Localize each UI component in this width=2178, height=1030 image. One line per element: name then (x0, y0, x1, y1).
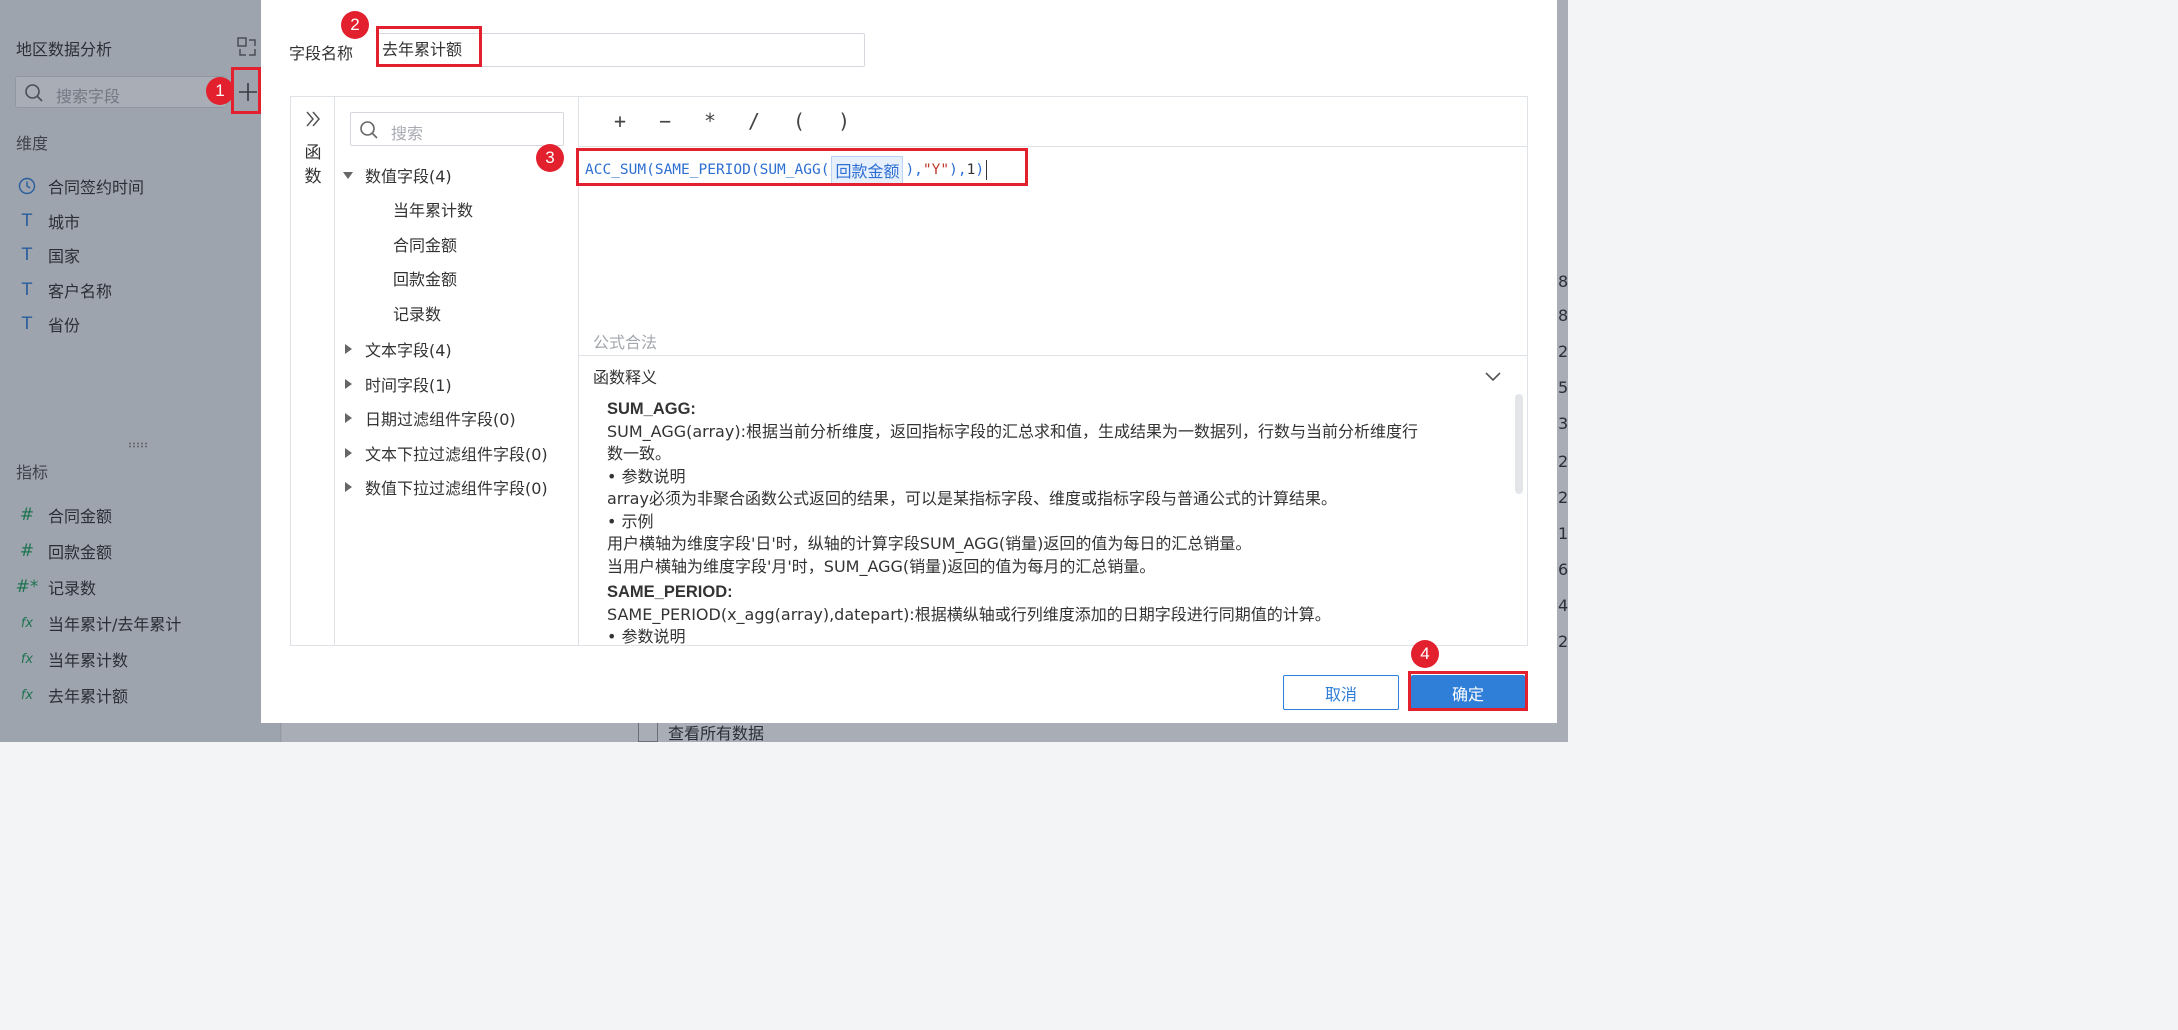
field-group-text[interactable]: 文本字段(4) (341, 337, 452, 361)
field-list-panel: 搜索 数值字段(4) 当年累计数 合同金额 回款金额 记录数 文本字段(4) 时… (335, 97, 579, 645)
caret-right-icon (341, 446, 355, 460)
explanation-line: • 示例 (607, 511, 654, 531)
field-group-label: 日期过滤组件字段(0) (365, 410, 516, 429)
operator-multiply-button[interactable]: * (698, 109, 722, 133)
operator-left-paren-button[interactable]: ( (787, 109, 811, 133)
formula-area: + − * / ( ) ACC_SUM(SAME_PERIOD(SUM_AGG(… (579, 97, 1527, 645)
step-badge-3: 3 (536, 144, 564, 172)
function-tab-label: 函数 (304, 143, 322, 187)
field-group-text-dropdown-filter[interactable]: 文本下拉过滤组件字段(0) (341, 441, 548, 465)
explanation-line: 用户横轴为维度字段'日'时，纵轴的计算字段SUM_AGG(销量)返回的值为每日的… (607, 534, 1252, 553)
field-group-time[interactable]: 时间字段(1) (341, 372, 452, 396)
step-badge-4: 4 (1411, 640, 1439, 668)
formula-function-text: ACC_SUM(SAME_PERIOD(SUM_AGG( (585, 162, 830, 178)
field-group-label: 文本下拉过滤组件字段(0) (365, 445, 548, 464)
explanation-scrollbar[interactable] (1515, 394, 1523, 494)
operator-divide-button[interactable]: / (742, 109, 766, 133)
function-explanation-body: SUM_AGG: SUM_AGG(array):根据当前分析维度，返回指标字段的… (607, 398, 1497, 644)
explanation-line: SAME_PERIOD(x_agg(array),datepart):根据横纵轴… (607, 604, 1331, 624)
field-name-input[interactable]: 去年累计额 (377, 33, 865, 67)
double-chevron-right-icon[interactable] (303, 109, 323, 129)
field-item[interactable]: 合同金额 (393, 232, 457, 256)
field-group-number-dropdown-filter[interactable]: 数值下拉过滤组件字段(0) (341, 475, 548, 499)
search-icon (359, 120, 379, 140)
formula-function-text: ), (905, 162, 923, 178)
field-group-date-filter[interactable]: 日期过滤组件字段(0) (341, 406, 516, 430)
operator-minus-button[interactable]: − (653, 109, 677, 133)
field-item[interactable]: 当年累计数 (393, 197, 473, 221)
text-caret (986, 160, 988, 180)
explanation-line: SUM_AGG: (607, 400, 696, 418)
formula-number-arg: 1 (966, 162, 976, 178)
field-search-placeholder: 搜索 (391, 124, 424, 143)
formula-string-arg: "Y" (922, 162, 950, 178)
formula-validation-status: 公式合法 (593, 333, 658, 352)
field-group-label: 数值下拉过滤组件字段(0) (365, 479, 548, 498)
caret-down-icon (341, 168, 355, 182)
cancel-button[interactable]: 取消 (1283, 675, 1399, 710)
formula-field-chip[interactable]: 回款金额 (831, 156, 904, 184)
formula-editor: 函数 搜索 数值字段(4) 当年累计数 合同金额 回款金额 记录数 文本字段(4… (290, 96, 1528, 646)
field-group-label: 数值字段(4) (365, 167, 452, 186)
formula-function-text: ), (949, 162, 967, 178)
field-group-label: 文本字段(4) (365, 341, 452, 360)
step-badge-1: 1 (206, 77, 234, 105)
explanation-line: • 参数说明 (607, 466, 686, 486)
confirm-button[interactable]: 确定 (1411, 675, 1525, 710)
field-item[interactable]: 记录数 (393, 301, 441, 325)
function-explanation-panel: 函数释义 SUM_AGG: SUM_AGG(array):根据当前分析维度，返回… (579, 355, 1527, 645)
formula-input[interactable]: ACC_SUM(SAME_PERIOD(SUM_AGG( 回款金额 ), "Y"… (585, 156, 988, 184)
explanation-line: • 参数说明 (607, 627, 686, 644)
formula-function-text: ) (975, 162, 985, 178)
field-group-label: 时间字段(1) (365, 376, 452, 395)
field-item[interactable]: 回款金额 (393, 266, 457, 290)
operator-toolbar: + − * / ( ) (579, 97, 1527, 147)
caret-right-icon (341, 411, 355, 425)
explanation-line: 数一致。 (607, 444, 672, 463)
step-badge-2: 2 (341, 11, 369, 39)
caret-right-icon (341, 342, 355, 356)
operator-plus-button[interactable]: + (608, 109, 632, 133)
explanation-line: SUM_AGG(array):根据当前分析维度，返回指标字段的汇总求和值，生成结… (607, 421, 1418, 441)
calculated-field-dialog: 字段名称 去年累计额 2 函数 搜索 数值字段(4) 当年累计数 合同金额 回款… (261, 0, 1557, 723)
function-panel-toggle[interactable]: 函数 (291, 97, 335, 645)
explanation-line: SAME_PERIOD: (607, 583, 733, 601)
explanation-line: array必须为非聚合函数公式返回的结果，可以是某指标字段、维度或指标字段与普通… (607, 489, 1337, 508)
function-explanation-title: 函数释义 (593, 368, 658, 387)
field-group-numeric[interactable]: 数值字段(4) (341, 163, 452, 187)
operator-right-paren-button[interactable]: ) (832, 109, 856, 133)
explanation-line: 当用户横轴为维度字段'月'时，SUM_AGG(销量)返回的值为每月的汇总销量。 (607, 556, 1156, 576)
caret-right-icon (341, 377, 355, 391)
caret-right-icon (341, 480, 355, 494)
chevron-down-icon[interactable] (1483, 366, 1503, 386)
field-search-input[interactable]: 搜索 (350, 112, 564, 146)
field-name-label: 字段名称 (289, 44, 354, 63)
